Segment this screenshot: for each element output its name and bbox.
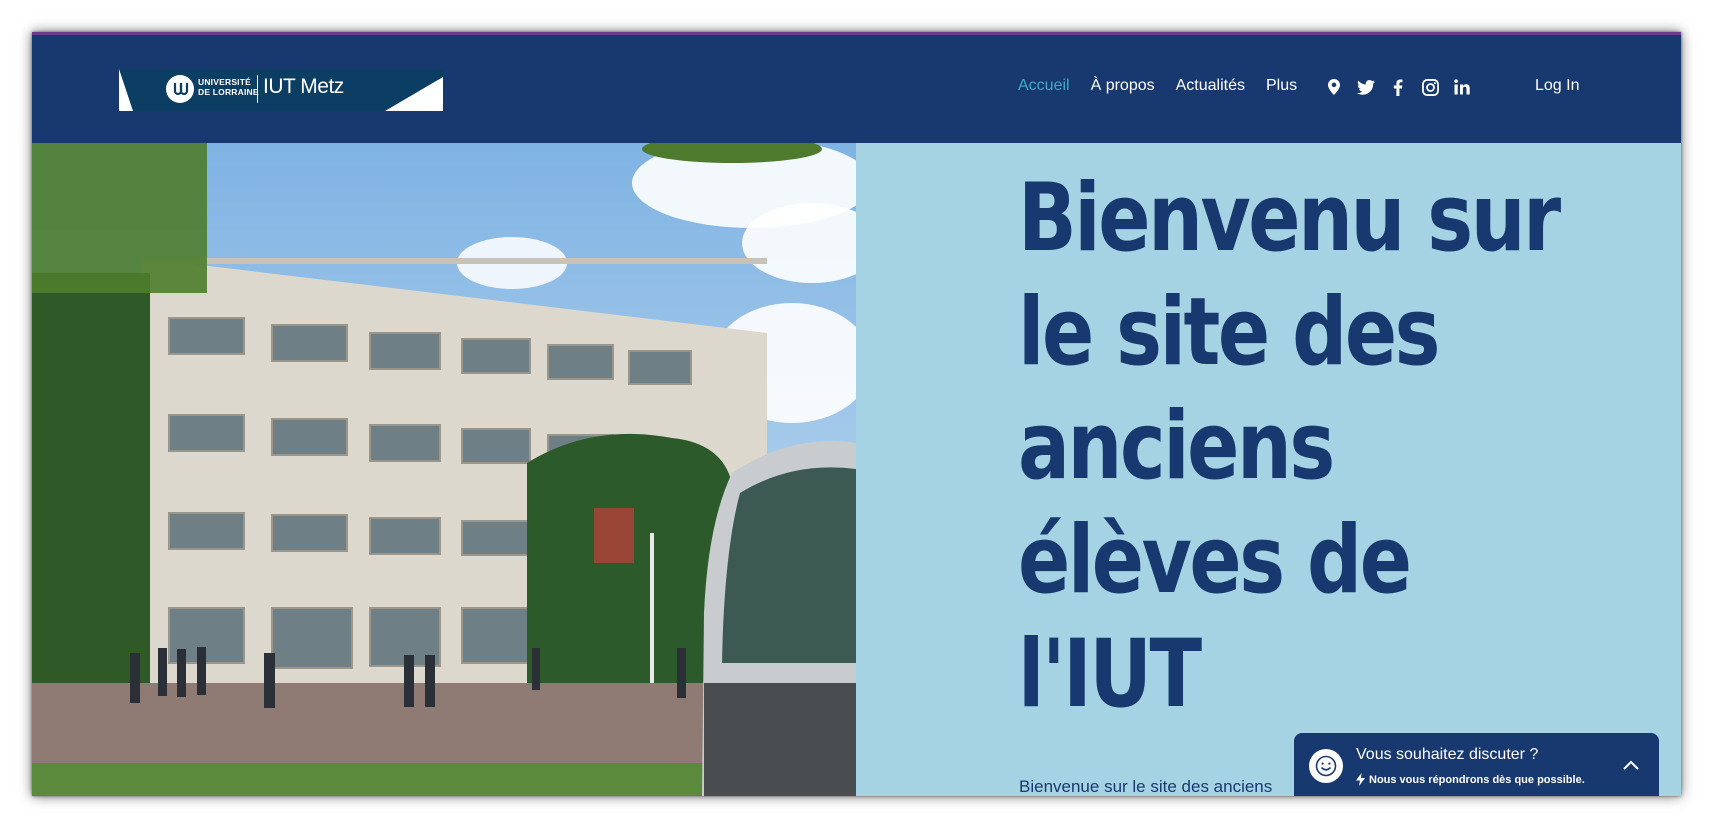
nav-item-plus[interactable]: Plus (1266, 77, 1297, 95)
social-bar (1318, 77, 1478, 97)
main-nav: Accueil À propos Actualités Plus (1018, 77, 1318, 95)
nav-item-a-propos[interactable]: À propos (1091, 77, 1155, 95)
twitter-icon[interactable] (1350, 77, 1382, 97)
university-name: UNIVERSITÉ DE LORRAINE (198, 77, 259, 97)
instagram-icon[interactable] (1414, 77, 1446, 97)
logo-right-accent (385, 77, 443, 111)
linkedin-icon[interactable] (1446, 77, 1478, 97)
chat-widget[interactable]: Vous souhaitez discuter ? Nous vous répo… (1294, 733, 1659, 796)
hero-title-line-4: élèves de (1018, 506, 1412, 615)
hero-title-line-1: Bienvenu sur (1018, 164, 1561, 273)
hero-title-line-3: anciens (1018, 392, 1335, 501)
chat-subtitle: Nous vous répondrons dès que possible. (1369, 773, 1585, 786)
logo-left-accent (119, 69, 133, 111)
site-logo[interactable]: UNIVERSITÉ DE LORRAINE IUT Metz (119, 69, 443, 111)
iut-name: IUT Metz (263, 75, 344, 98)
hero-title-line-2: le site des (1018, 278, 1441, 387)
facebook-icon[interactable] (1382, 77, 1414, 97)
university-line-1: UNIVERSITÉ (198, 77, 252, 87)
chat-subtitle-row: Nous vous répondrons dès que possible. (1356, 773, 1585, 786)
university-line-2: DE LORRAINE (198, 87, 259, 97)
location-pin-icon[interactable] (1318, 77, 1350, 97)
login-link[interactable]: Log In (1535, 77, 1579, 95)
site-header: UNIVERSITÉ DE LORRAINE IUT Metz Accueil … (32, 32, 1681, 143)
campus-photo (32, 143, 856, 796)
nav-item-accueil[interactable]: Accueil (1018, 77, 1070, 95)
nav-item-actualites[interactable]: Actualités (1176, 77, 1245, 95)
browser-page: UNIVERSITÉ DE LORRAINE IUT Metz Accueil … (32, 32, 1681, 796)
campus-building-image (32, 143, 856, 796)
smiley-icon (1309, 749, 1343, 783)
hero-subtitle: Bienvenue sur le site des anciens (1019, 777, 1273, 796)
chat-title: Vous souhaitez discuter ? (1356, 746, 1539, 763)
hero-title-line-5: l'IUT (1018, 620, 1202, 729)
logo-divider (257, 75, 258, 103)
hero-title: Bienvenu sur le site des anciens élèves … (1018, 162, 1561, 732)
lightning-icon (1356, 773, 1365, 786)
university-emblem-icon (166, 75, 194, 103)
chevron-up-icon[interactable] (1623, 757, 1639, 775)
